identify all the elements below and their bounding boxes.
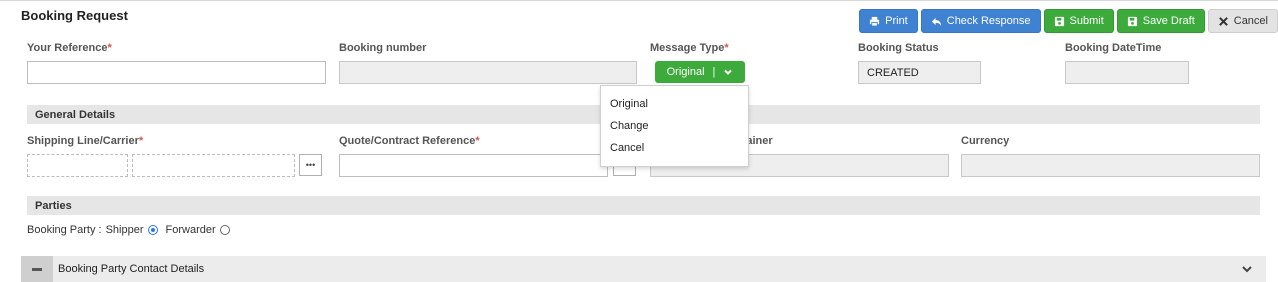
currency-input bbox=[961, 154, 1260, 177]
booking-party-radio-group: Booking Party : Shipper Forwarder bbox=[27, 224, 234, 236]
collapse-button[interactable] bbox=[21, 256, 53, 282]
required-marker: * bbox=[724, 42, 729, 54]
save-icon bbox=[1127, 16, 1137, 26]
required-marker: * bbox=[138, 135, 144, 147]
top-divider bbox=[0, 0, 1278, 1]
save-draft-label: Save Draft bbox=[1142, 15, 1195, 27]
message-type-selected: Original bbox=[666, 66, 705, 78]
shipping-line-label-text: Shipping Line/Carrier bbox=[27, 135, 139, 147]
radio-shipper-label: Shipper bbox=[105, 224, 144, 236]
required-marker: * bbox=[475, 135, 480, 147]
contact-details-header[interactable]: Booking Party Contact Details bbox=[21, 256, 1266, 282]
booking-party-label: Booking Party : bbox=[27, 224, 102, 236]
minus-icon bbox=[32, 267, 42, 271]
booking-number-label: Booking number bbox=[339, 42, 427, 54]
radio-shipper[interactable] bbox=[147, 225, 158, 235]
print-label: Print bbox=[885, 15, 908, 27]
radio-forwarder[interactable] bbox=[219, 225, 230, 235]
your-reference-label: Your Reference* bbox=[27, 42, 112, 54]
save-draft-button[interactable]: Save Draft bbox=[1116, 9, 1205, 33]
currency-label: Currency bbox=[961, 135, 1010, 147]
save-icon bbox=[1054, 16, 1064, 26]
your-reference-input[interactable] bbox=[27, 61, 326, 84]
cancel-button[interactable]: Cancel bbox=[1207, 9, 1278, 33]
shipping-line-label: Shipping Line/Carrier* bbox=[27, 135, 143, 147]
booking-status-input: CREATED bbox=[858, 61, 981, 84]
submit-button[interactable]: Submit bbox=[1043, 9, 1114, 33]
check-response-button[interactable]: Check Response bbox=[920, 9, 1041, 33]
booking-number-input bbox=[339, 61, 637, 84]
contact-details-title: Booking Party Contact Details bbox=[58, 263, 205, 275]
print-button[interactable]: Print bbox=[859, 9, 918, 33]
your-reference-label-text: Your Reference bbox=[27, 42, 108, 54]
booking-status-label: Booking Status bbox=[858, 42, 939, 54]
message-type-label-text: Message Type bbox=[650, 42, 725, 54]
close-icon bbox=[1218, 16, 1228, 26]
booking-datetime-label: Booking DateTime bbox=[1065, 42, 1162, 54]
message-type-option-original[interactable]: Original bbox=[601, 93, 748, 115]
message-type-option-cancel[interactable]: Cancel bbox=[601, 137, 748, 159]
reply-icon bbox=[931, 17, 941, 26]
message-type-option-change[interactable]: Change bbox=[601, 115, 748, 137]
page-title: Booking Request bbox=[21, 8, 128, 23]
toolbar: Print Check Response Submit Save Draft C… bbox=[859, 9, 1278, 33]
select-separator: | bbox=[712, 66, 716, 78]
printer-icon bbox=[870, 16, 880, 27]
quote-reference-input[interactable] bbox=[339, 154, 608, 177]
chevron-down-icon[interactable] bbox=[1241, 263, 1253, 275]
quote-reference-label-text: Quote/Contract Reference bbox=[339, 135, 476, 147]
radio-forwarder-label: Forwarder bbox=[165, 224, 216, 236]
message-type-dropdown: Original Change Cancel bbox=[600, 85, 749, 167]
ellipsis-icon: ••• bbox=[305, 160, 316, 170]
cancel-label: Cancel bbox=[1233, 15, 1268, 27]
parties-header: Parties bbox=[27, 196, 1260, 215]
submit-label: Submit bbox=[1069, 15, 1104, 27]
message-type-label: Message Type* bbox=[650, 42, 729, 54]
quote-reference-label: Quote/Contract Reference* bbox=[339, 135, 480, 147]
chevron-down-icon bbox=[724, 69, 733, 75]
shipping-line-code-input[interactable] bbox=[27, 154, 128, 177]
booking-datetime-input bbox=[1065, 61, 1189, 84]
required-marker: * bbox=[107, 42, 112, 54]
shipping-line-lookup-button[interactable]: ••• bbox=[299, 154, 322, 176]
shipping-line-name-input[interactable] bbox=[132, 154, 295, 177]
message-type-select[interactable]: Original | bbox=[655, 61, 745, 83]
check-response-label: Check Response bbox=[946, 15, 1031, 27]
